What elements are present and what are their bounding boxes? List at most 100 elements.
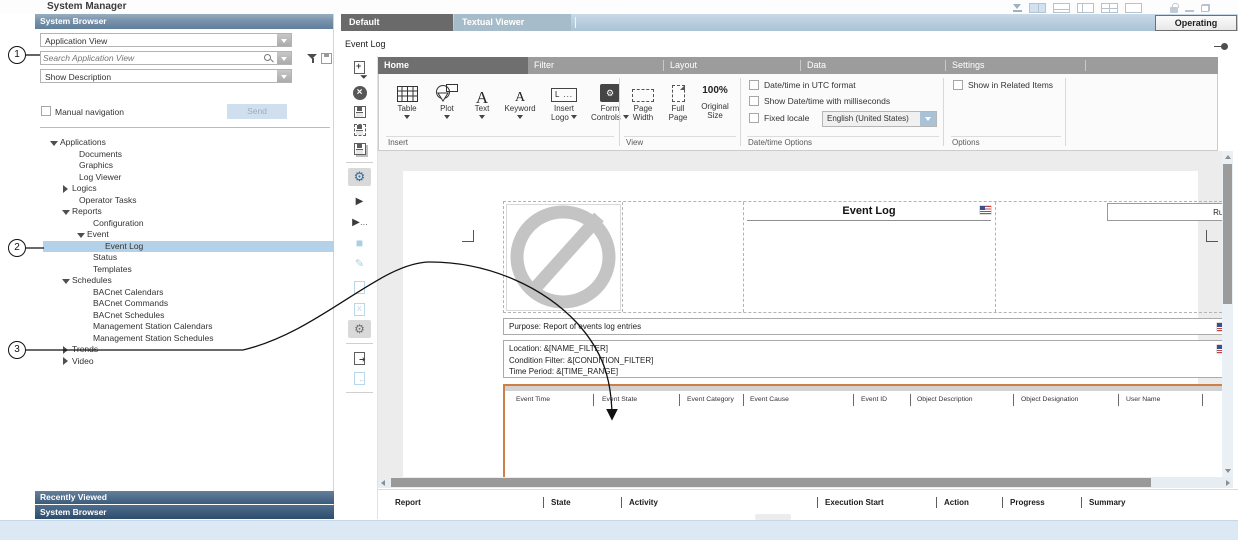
ribbon-tab-layout[interactable]: Layout (664, 57, 800, 74)
collapse-ribbon-icon[interactable] (1013, 4, 1022, 12)
report-table[interactable]: Event Time Event State Event Category Ev… (503, 384, 1222, 477)
scroll-right-icon[interactable] (1226, 480, 1230, 486)
report-title-cell[interactable]: Event Log (744, 203, 994, 223)
insert-logo-button[interactable]: L ... Insert Logo (543, 78, 585, 122)
export-pdf-icon[interactable] (348, 278, 371, 296)
tree-item-trends[interactable]: Trends (43, 344, 334, 356)
restore-icon[interactable] (1201, 4, 1210, 12)
tree-item-log-viewer[interactable]: Log Viewer (43, 172, 334, 184)
stop-icon[interactable]: ■ (348, 234, 371, 252)
execution-column-header[interactable]: Execution Start (825, 498, 884, 507)
search-input[interactable] (43, 52, 258, 64)
page-width-button[interactable]: Page Width (625, 78, 661, 122)
save-all-icon[interactable] (348, 140, 371, 158)
tree-item-bacnet-calendars[interactable]: BACnet Calendars (43, 287, 334, 299)
chevron-down-icon[interactable] (920, 112, 936, 126)
ribbon-tab-data[interactable]: Data (801, 57, 945, 74)
chevron-down-icon[interactable] (277, 70, 291, 82)
tree-item-applications[interactable]: Applications (43, 137, 334, 149)
import-report-icon[interactable]: ← (348, 369, 371, 387)
report-settings-gear-icon[interactable]: ⚙ (348, 168, 371, 186)
run-at-field[interactable]: Run at: &[REPORT_START] (1107, 203, 1222, 221)
save-icon[interactable] (348, 103, 371, 121)
tree-item-graphics[interactable]: Graphics (43, 160, 334, 172)
tab-default[interactable]: Default (341, 14, 453, 31)
lock-icon[interactable] (1170, 7, 1178, 13)
execution-column-header[interactable]: Progress (1010, 498, 1045, 507)
tree-item-reports[interactable]: Reports (43, 206, 334, 218)
tree-item-event-log[interactable]: Event Log (43, 241, 334, 253)
expander-icon[interactable] (50, 139, 58, 147)
fixed-locale-checkbox[interactable] (749, 113, 759, 123)
purpose-field[interactable]: Purpose: Report of events log entries (503, 318, 1222, 335)
tree-item-documents[interactable]: Documents (43, 149, 334, 161)
chevron-down-icon[interactable] (277, 34, 291, 46)
tree-item-ms-calendars[interactable]: Management Station Calendars (43, 321, 334, 333)
vertical-scroll-thumb[interactable] (1223, 164, 1232, 304)
utc-checkbox[interactable] (749, 80, 759, 90)
expander-icon[interactable] (62, 357, 70, 365)
locale-dropdown[interactable]: English (United States) (822, 111, 937, 127)
display-mode-dropdown[interactable]: Show Description (40, 69, 292, 83)
logo-placeholder[interactable] (506, 204, 621, 311)
insert-table-button[interactable]: Table (387, 78, 427, 122)
layout-two-pane-icon[interactable] (1029, 3, 1046, 13)
original-size-button[interactable]: 100% Original Size (695, 78, 735, 120)
horizontal-scroll-thumb[interactable] (391, 478, 1151, 487)
execution-settings-icon[interactable]: ⚙ (348, 320, 371, 338)
tree-item-bacnet-schedules[interactable]: BACnet Schedules (43, 310, 334, 322)
new-report-icon[interactable]: + (348, 58, 371, 76)
minimize-icon[interactable] (1185, 10, 1194, 12)
vertical-scrollbar[interactable] (1222, 151, 1233, 477)
ribbon-tab-filter[interactable]: Filter (528, 57, 663, 74)
insert-keyword-button[interactable]: A Keyword (499, 78, 541, 122)
cancel-icon[interactable]: × (348, 84, 371, 102)
layout-single-pane-icon[interactable] (1125, 3, 1142, 13)
run-with-options-icon[interactable]: ▶… (348, 213, 371, 231)
pin-icon[interactable] (1214, 43, 1228, 50)
execution-column-header[interactable]: Action (944, 498, 969, 507)
full-page-button[interactable]: Full Page (663, 78, 693, 122)
tree-item-video[interactable]: Video (43, 356, 334, 368)
tree-item-operator-tasks[interactable]: Operator Tasks (43, 195, 334, 207)
operating-mode-button[interactable]: Operating (1155, 15, 1237, 31)
save-as-icon[interactable] (348, 121, 371, 139)
tree-item-templates[interactable]: Templates (43, 264, 334, 276)
ribbon-tab-home[interactable]: Home (378, 57, 528, 74)
execution-column-header[interactable]: Activity (629, 498, 658, 507)
filter-icon[interactable] (307, 53, 318, 64)
tree-item-logics[interactable]: Logics (43, 183, 334, 195)
system-browser-header[interactable]: System Browser (35, 14, 333, 29)
filter-summary-field[interactable]: Location: &[NAME_FILTER] Condition Filte… (503, 340, 1222, 378)
tree-item-configuration[interactable]: Configuration (43, 218, 334, 230)
expander-icon[interactable] (62, 185, 70, 193)
related-items-checkbox[interactable] (953, 80, 963, 90)
send-button[interactable]: Send (227, 104, 287, 119)
expander-icon[interactable] (77, 231, 85, 239)
execution-column-header[interactable]: Summary (1089, 498, 1125, 507)
layout-four-pane-icon[interactable] (1101, 3, 1118, 13)
tree-item-event[interactable]: Event (43, 229, 334, 241)
scroll-up-icon[interactable] (1225, 155, 1231, 159)
search-field[interactable] (40, 51, 292, 65)
expander-icon[interactable] (62, 277, 70, 285)
layout-bottom-pane-icon[interactable] (1053, 3, 1070, 13)
recently-viewed-bar[interactable]: Recently Viewed (35, 491, 334, 504)
horizontal-scrollbar[interactable] (378, 477, 1233, 488)
insert-text-button[interactable]: A Text (467, 78, 497, 122)
manual-navigation-checkbox[interactable] (41, 106, 51, 116)
share-report-icon[interactable]: ➔ (348, 349, 371, 367)
execution-column-header[interactable]: State (551, 498, 571, 507)
report-header-band[interactable]: Event Log Run at: &[REPORT_START] (503, 201, 1222, 313)
report-design-canvas[interactable]: Event Log Run at: &[REPORT_START] Purpos… (378, 151, 1222, 477)
layout-left-pane-icon[interactable] (1077, 3, 1094, 13)
ribbon-tab-settings[interactable]: Settings (946, 57, 1085, 74)
run-report-icon[interactable]: ▶ (348, 192, 371, 210)
chevron-down-icon[interactable] (277, 52, 291, 64)
tree-item-ms-schedules[interactable]: Management Station Schedules (43, 333, 334, 345)
tree-item-schedules[interactable]: Schedules (43, 275, 334, 287)
view-selector-dropdown[interactable]: Application View (40, 33, 292, 47)
insert-plot-button[interactable]: Plot (429, 78, 465, 122)
expander-icon[interactable] (62, 208, 70, 216)
execution-column-header[interactable]: Report (395, 498, 421, 507)
